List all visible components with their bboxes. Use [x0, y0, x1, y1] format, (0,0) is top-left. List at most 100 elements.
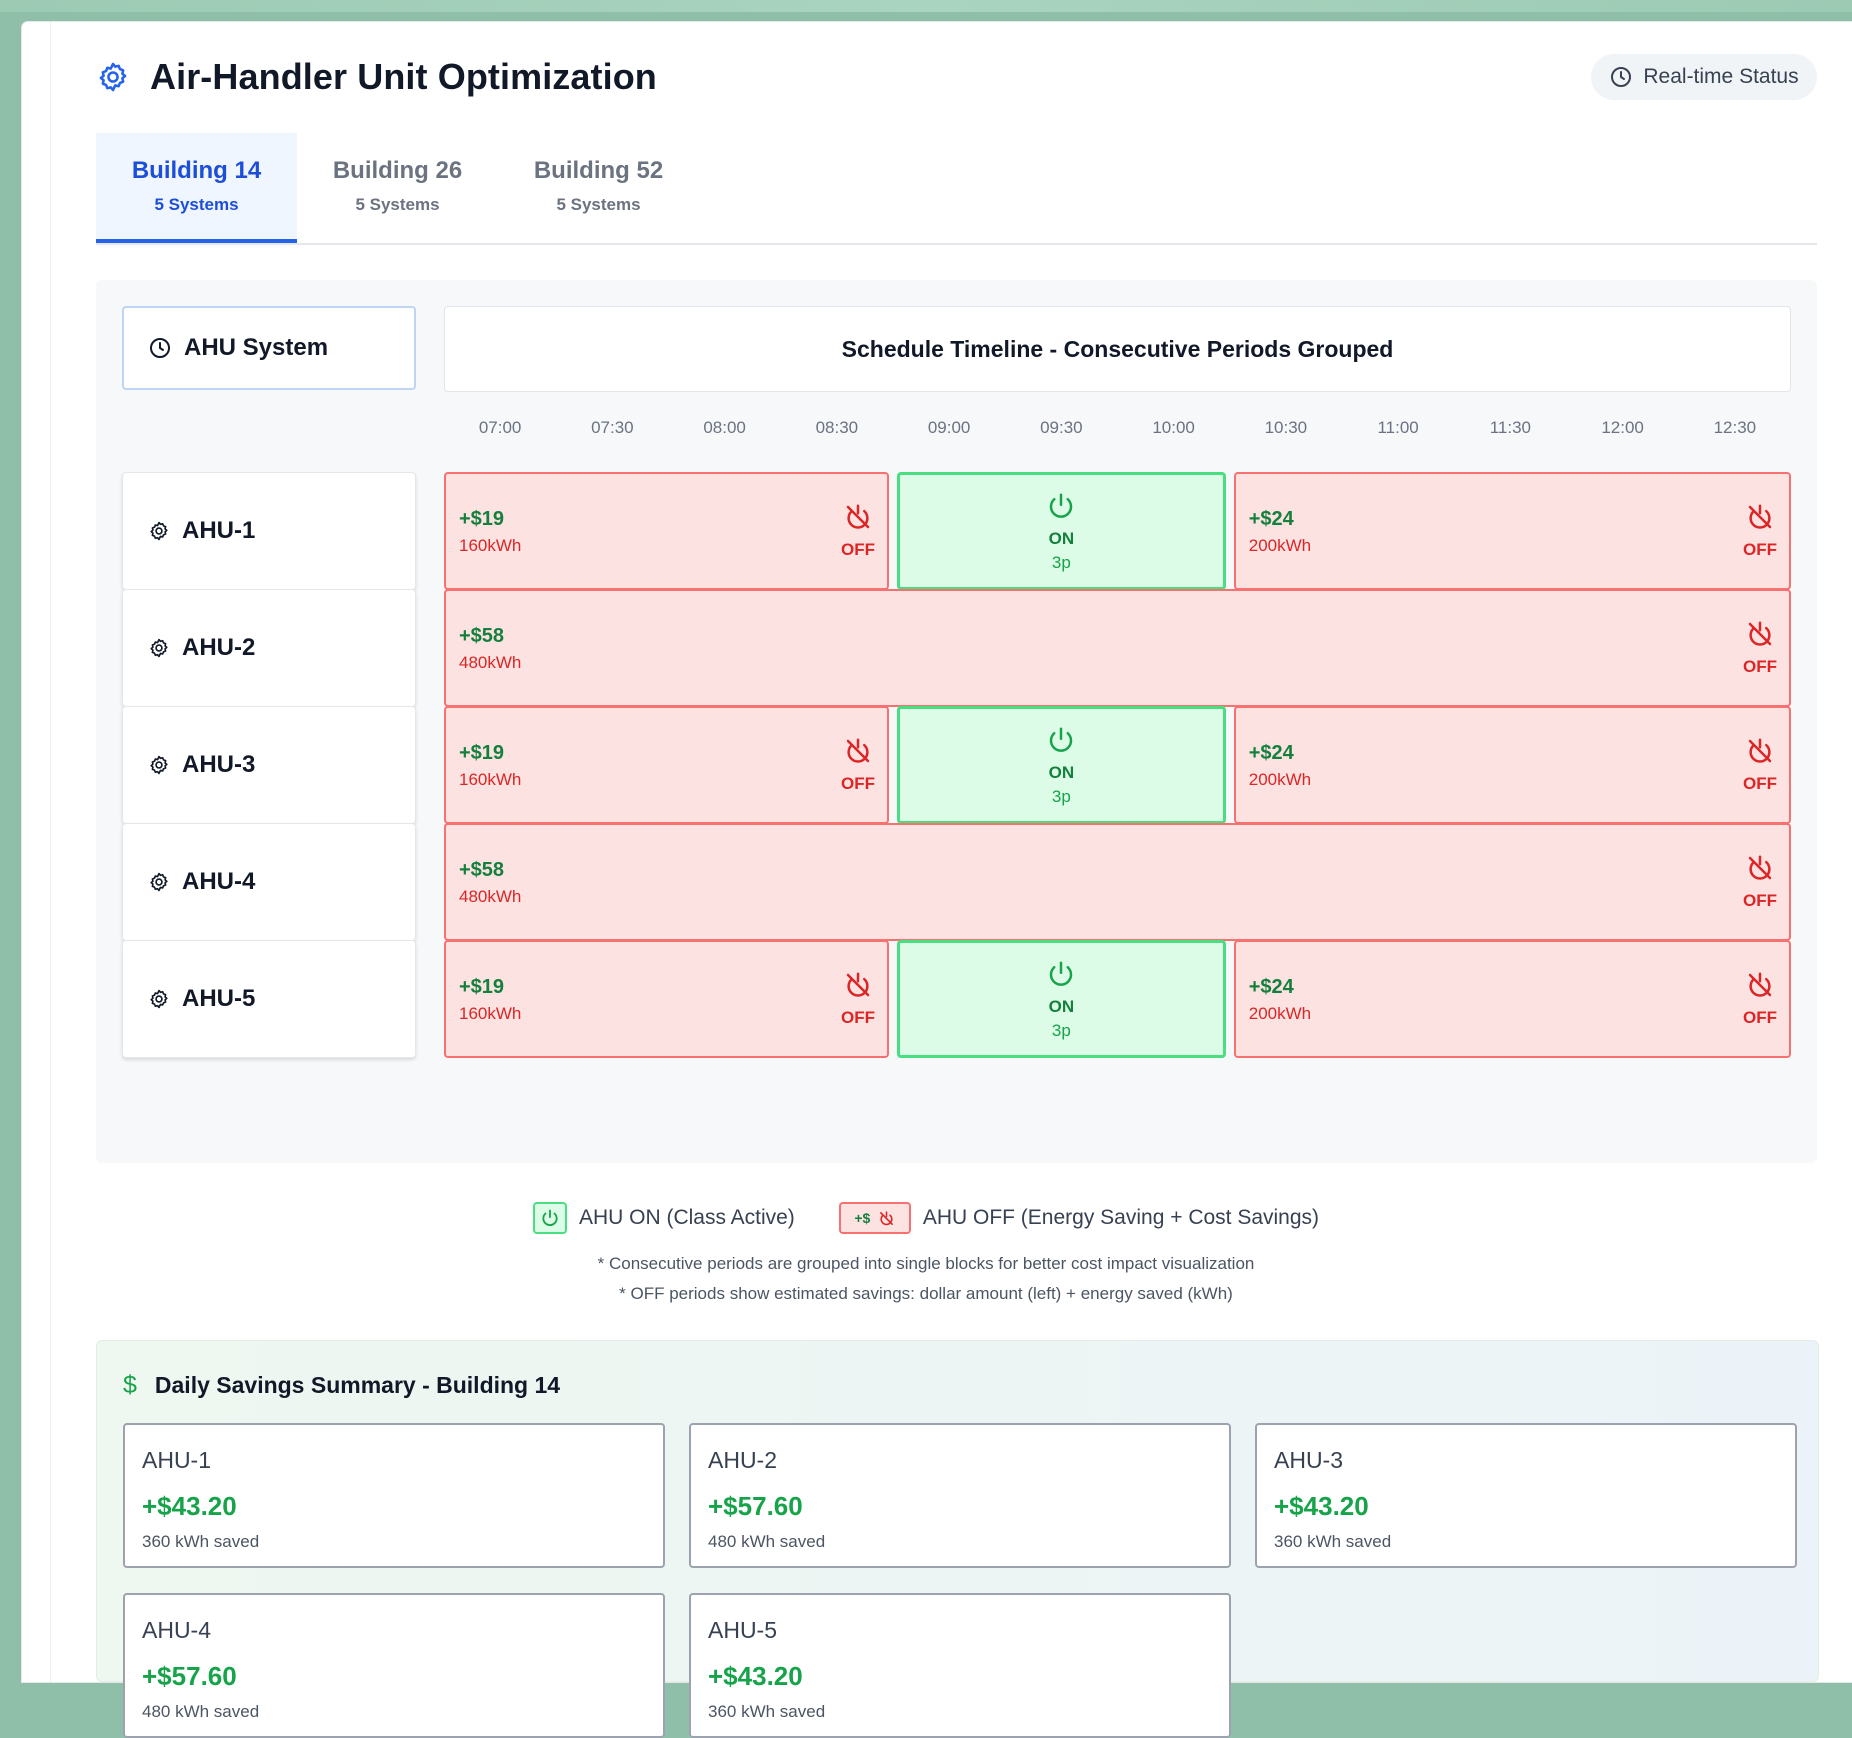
schedule-block-off[interactable]: +$19 160kWh OFF [444, 706, 889, 824]
ahu-row-label[interactable]: AHU-2 [122, 589, 416, 707]
energy-saved: 480kWh [459, 887, 522, 906]
savings-card[interactable]: AHU-4 +$57.60 480 kWh saved [123, 1593, 665, 1738]
cost-savings: +$19 [459, 508, 505, 530]
gear-icon [150, 989, 168, 1009]
time-axis: 07:00 07:30 08:00 08:30 09:00 09:30 10:00 10:30… [444, 418, 1791, 448]
savings-card[interactable]: AHU-5 +$43.20 360 kWh saved [689, 1593, 1231, 1738]
system-header-label: AHU System [184, 334, 329, 361]
power-off-icon [880, 1210, 894, 1225]
time-tick: 09:00 [927, 418, 971, 437]
status-on-label: ON [1048, 529, 1075, 548]
ahu-name: AHU-3 [182, 751, 256, 778]
tab-sublabel: 5 Systems [355, 195, 440, 214]
gear-icon [150, 872, 168, 892]
page-header: Air-Handler Unit Optimization [96, 52, 657, 102]
building-tabs: Building 14 5 Systems Building 26 5 Systems… [96, 133, 1817, 245]
cost-savings: +$19 [459, 976, 505, 998]
legend-off: +$ AHU OFF (Energy Saving + Cost Savings… [838, 1202, 1320, 1234]
status-off-label: OFF [1743, 657, 1777, 676]
clock-icon [150, 338, 170, 358]
savings-card[interactable]: AHU-3 +$43.20 360 kWh saved [1255, 1423, 1797, 1568]
legend-on: AHU ON (Class Active) [532, 1202, 795, 1234]
status-off-label: OFF [1743, 774, 1777, 793]
footnote-savings: * OFF periods show estimated savings: do… [619, 1284, 1233, 1303]
power-icon [1050, 961, 1073, 986]
power-off-icon [846, 972, 870, 997]
schedule-block-on[interactable]: ON 3p [897, 706, 1226, 824]
savings-card-energy: 360 kWh saved [1274, 1532, 1392, 1551]
schedule-panel: AHU System Schedule Timeline - Consecuti… [96, 280, 1817, 1163]
power-icon [1050, 727, 1073, 752]
schedule-block-on[interactable]: ON 3p [897, 940, 1226, 1058]
status-off-label: OFF [841, 1008, 875, 1027]
legend-off-label: AHU OFF (Energy Saving + Cost Savings) [922, 1206, 1320, 1229]
tab-label: Building 26 [332, 157, 463, 184]
savings-card-amount: +$43.20 [142, 1491, 237, 1521]
schedule-block-off[interactable]: +$19 160kWh OFF [444, 940, 889, 1058]
ahu-name: AHU-4 [182, 868, 256, 895]
time-tick: 07:30 [591, 418, 634, 437]
schedule-block-off[interactable]: +$24 200kWh OFF [1233, 706, 1791, 824]
time-tick: 10:00 [1152, 418, 1195, 437]
status-off-label: OFF [1743, 1008, 1777, 1027]
legend-off-chip-text: +$ [854, 1210, 871, 1226]
schedule-block-off[interactable]: +$24 200kWh OFF [1233, 472, 1791, 590]
power-off-icon [1748, 738, 1772, 763]
ahu-name: AHU-2 [182, 634, 256, 661]
tab-label: Building 52 [533, 157, 664, 184]
cost-savings: +$58 [459, 859, 505, 881]
status-on-label: ON [1048, 997, 1075, 1016]
tab-building[interactable]: Building 26 5 Systems [297, 133, 498, 241]
ahu-name: AHU-5 [182, 985, 256, 1012]
power-off-icon [1748, 504, 1772, 529]
legend-off-chip: +$ [838, 1202, 911, 1234]
realtime-status-badge[interactable]: Real-time Status [1591, 54, 1817, 100]
time-tick: 07:00 [478, 418, 522, 437]
dollar-icon: $ [123, 1371, 137, 1399]
gear-icon [150, 521, 168, 541]
tab-sublabel: 5 Systems [556, 195, 641, 214]
cost-savings: +$24 [1248, 976, 1294, 998]
background-strip [0, 0, 1852, 12]
footnote-grouping: * Consecutive periods are grouped into s… [597, 1254, 1255, 1273]
schedule-block-off[interactable]: +$58 480kWh OFF [444, 589, 1791, 707]
cost-savings: +$24 [1248, 742, 1294, 764]
period-count: 3p [1051, 1021, 1071, 1040]
ahu-row-label[interactable]: AHU-3 [122, 706, 416, 824]
timeline-header-label: Schedule Timeline - Consecutive Periods … [841, 335, 1394, 362]
time-tick: 09:30 [1040, 418, 1083, 437]
time-tick: 10:30 [1264, 418, 1308, 437]
schedule-block-off[interactable]: +$19 160kWh OFF [444, 472, 889, 590]
status-off-label: OFF [1743, 540, 1777, 559]
cost-savings: +$19 [459, 742, 505, 764]
ahu-row-label[interactable]: AHU-5 [122, 940, 416, 1058]
status-on-label: ON [1048, 763, 1075, 782]
savings-card[interactable]: AHU-1 +$43.20 360 kWh saved [123, 1423, 665, 1568]
tab-label: Building 14 [131, 157, 262, 184]
energy-saved: 160kWh [459, 770, 522, 789]
status-off-label: OFF [1743, 891, 1777, 910]
savings-card-name: AHU-5 [708, 1617, 778, 1643]
time-tick: 11:00 [1377, 418, 1419, 437]
gear-icon [150, 638, 168, 658]
ahu-row-label[interactable]: AHU-1 [122, 472, 416, 590]
timeline-header: Schedule Timeline - Consecutive Periods … [444, 306, 1791, 392]
savings-card-name: AHU-2 [708, 1447, 778, 1473]
tab-building[interactable]: Building 52 5 Systems [498, 133, 699, 241]
schedule-block-on[interactable]: ON 3p [897, 472, 1226, 590]
summary-title-label: Daily Savings Summary - Building 14 [154, 1372, 561, 1398]
summary-title: $ Daily Savings Summary - Building 14 [123, 1371, 560, 1400]
ahu-row-label[interactable]: AHU-4 [122, 823, 416, 941]
power-off-icon [846, 504, 870, 529]
status-off-label: OFF [841, 774, 875, 793]
schedule-block-off[interactable]: +$24 200kWh OFF [1233, 940, 1791, 1058]
power-icon [532, 1202, 567, 1234]
time-tick: 11:30 [1489, 418, 1532, 437]
savings-card[interactable]: AHU-2 +$57.60 480 kWh saved [689, 1423, 1231, 1568]
energy-saved: 160kWh [459, 536, 522, 555]
schedule-block-off[interactable]: +$58 480kWh OFF [444, 823, 1791, 941]
gear-icon [150, 755, 168, 775]
energy-saved: 160kWh [459, 1004, 522, 1023]
energy-saved: 480kWh [459, 653, 522, 672]
tab-building[interactable]: Building 14 5 Systems [96, 133, 297, 243]
